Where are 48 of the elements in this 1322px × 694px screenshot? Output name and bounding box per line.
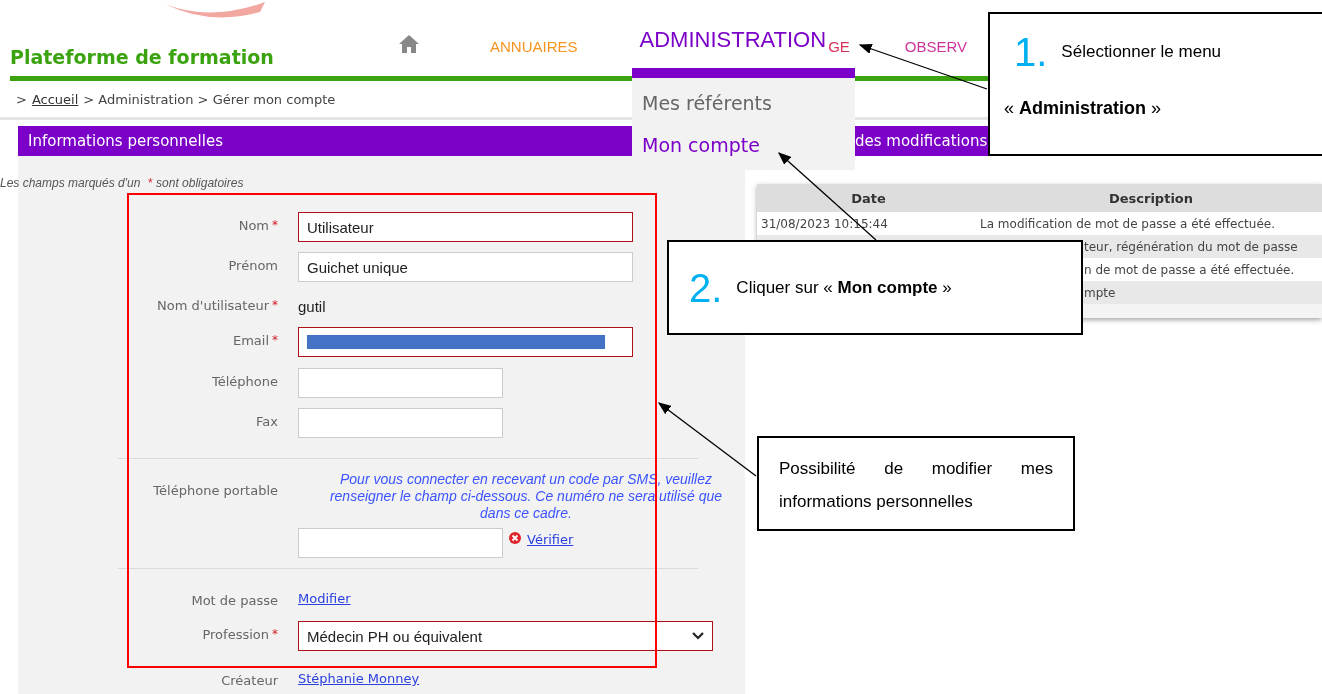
nav-link[interactable]: GE bbox=[828, 38, 850, 55]
required-note: sont obligatoires bbox=[156, 176, 244, 190]
field-label: Prénom bbox=[228, 258, 278, 273]
profession-dropdown[interactable]: Médecin PH ou équivalent bbox=[298, 621, 713, 651]
column-header: Description bbox=[1107, 190, 1195, 206]
breadcrumb-trail: > Administration > Gérer mon compte bbox=[83, 91, 336, 107]
required-asterisk: * bbox=[272, 218, 278, 233]
required-asterisk: * bbox=[272, 298, 278, 313]
column-header: Date bbox=[850, 190, 887, 206]
verify-link[interactable]: Vérifier bbox=[527, 528, 574, 547]
chevron-icon bbox=[692, 632, 704, 640]
callout-text: Cliquer sur « Mon compte » bbox=[736, 277, 952, 298]
required-asterisk: * bbox=[272, 333, 278, 348]
breadcrumb-separator: > bbox=[16, 91, 27, 107]
callout-text: Possibilité de modifier mes informations personnelles bbox=[779, 459, 1053, 511]
step-number: 2. bbox=[689, 267, 723, 308]
required-note: Les champs marqués d'un bbox=[0, 176, 141, 190]
field-value: gutil bbox=[298, 297, 327, 315]
field-label: Mot de passe bbox=[191, 593, 278, 608]
nav-link[interactable]: ADMINISTRATION bbox=[639, 27, 827, 53]
breadcrumb-link[interactable]: Accueil bbox=[31, 91, 79, 107]
field-label: Nom bbox=[238, 218, 269, 233]
site-title: Plateforme de formation bbox=[10, 46, 275, 68]
field-label: Créateur bbox=[221, 673, 278, 688]
table-cell: mpte bbox=[1084, 285, 1116, 300]
link[interactable]: Modifier bbox=[298, 587, 351, 606]
home-icon[interactable] bbox=[398, 34, 420, 54]
input-field[interactable]: Utilisateur bbox=[298, 212, 633, 242]
field-label: Téléphone bbox=[211, 374, 278, 389]
callout-text: « Administration » bbox=[1004, 98, 1163, 119]
input-field[interactable]: Guichet unique bbox=[298, 252, 633, 282]
table-cell: La modification de mot de passe a été effectuée. bbox=[980, 216, 1275, 231]
callout-text: Sélectionner le menu bbox=[1061, 42, 1222, 62]
error-icon bbox=[509, 532, 521, 544]
table-cell: n de mot de passe a été effectuée. bbox=[1084, 262, 1295, 277]
table-cell: teur, régénération du mot de passe bbox=[1084, 239, 1298, 254]
step-number: 1. bbox=[1014, 32, 1048, 72]
field-label: Email bbox=[232, 333, 269, 348]
required-asterisk: * bbox=[147, 176, 153, 190]
link[interactable]: Stéphanie Monney bbox=[298, 667, 420, 686]
field-label: Nom d'utilisateur bbox=[157, 298, 269, 313]
field-label: Profession bbox=[202, 627, 269, 642]
nav-link[interactable]: OBSERV bbox=[904, 38, 968, 55]
field-label: Fax bbox=[256, 414, 278, 429]
field-label: Téléphone portable bbox=[153, 483, 278, 498]
required-asterisk: * bbox=[272, 627, 278, 642]
input-field[interactable] bbox=[298, 327, 633, 357]
menu-item[interactable]: Mes référents bbox=[642, 92, 845, 114]
